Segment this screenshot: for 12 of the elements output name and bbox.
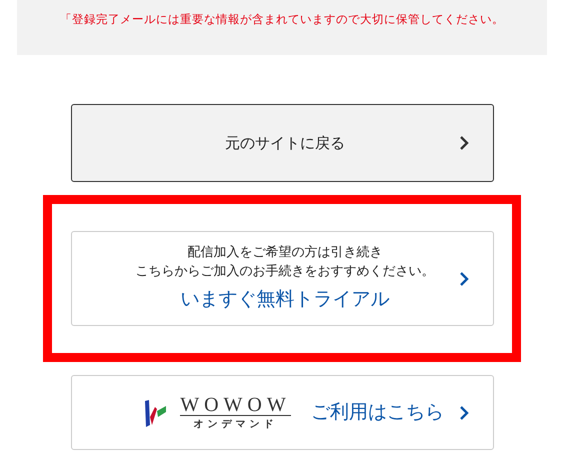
logo-subtitle: オンデマンド <box>194 420 278 430</box>
chevron-right-icon <box>458 404 468 420</box>
back-to-site-button[interactable]: 元のサイトに戻る <box>70 104 494 182</box>
chevron-right-icon <box>458 135 468 151</box>
logo-title: WOWOW <box>180 395 291 416</box>
wowow-on-demand-button[interactable]: WOWOW オンデマンド ご利用はこちら <box>70 375 494 450</box>
free-trial-button[interactable]: 配信加入をご希望の方は引き続き こちらからご加入のお手続きをおすすめください。 いますぐ無料トライアル <box>70 231 494 326</box>
trial-description-line: 配信加入をご希望の方は引き続き <box>188 244 382 262</box>
notice-text: 「登録完了メールには重要な情報が含まれていますので大切に保管してください。 <box>60 10 504 28</box>
trial-link-text: いますぐ無料トライアル <box>180 287 390 312</box>
trial-description-line: こちらからご加入のお手続きをおすすめください。 <box>136 263 434 282</box>
chevron-right-icon <box>458 270 468 286</box>
